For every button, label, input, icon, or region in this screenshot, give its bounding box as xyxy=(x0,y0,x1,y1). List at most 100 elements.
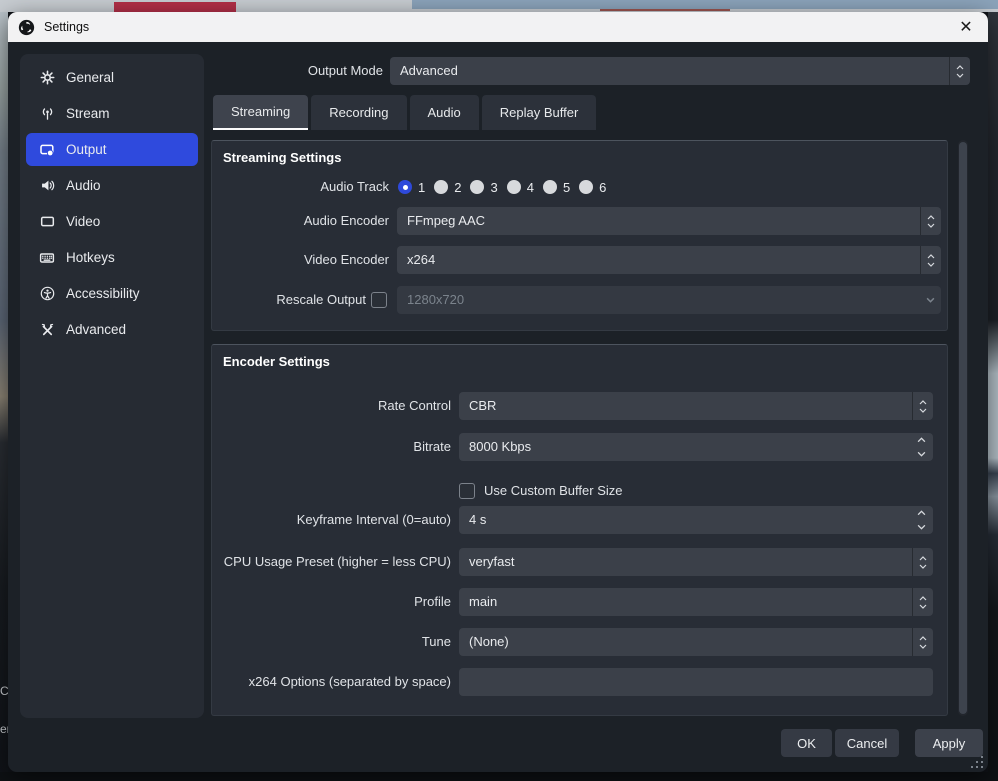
select-spinner[interactable] xyxy=(912,628,933,656)
dialog-title: Settings xyxy=(44,20,89,34)
select-spinner[interactable] xyxy=(949,57,970,85)
keyframe-interval-value: 4 s xyxy=(469,506,486,534)
output-mode-select[interactable]: Advanced xyxy=(390,57,970,85)
close-icon[interactable]: ✕ xyxy=(954,16,978,38)
resize-grip[interactable] xyxy=(970,756,983,769)
audio-encoder-select[interactable]: FFmpeg AAC xyxy=(397,207,941,235)
sidebar-item-label: Video xyxy=(66,214,100,229)
scrollbar-handle[interactable] xyxy=(959,142,967,714)
keyframe-interval-spinbox[interactable]: 4 s xyxy=(459,506,933,534)
radio[interactable] xyxy=(434,180,448,194)
profile-value: main xyxy=(469,588,497,616)
settings-dialog: Settings ✕ General Stream xyxy=(8,12,988,772)
bitrate-spinbox[interactable]: 8000 Kbps xyxy=(459,433,933,461)
output-icon xyxy=(39,142,55,158)
sidebar-item-label: Audio xyxy=(66,178,101,193)
audio-track-option-6[interactable]: 6 xyxy=(579,180,606,195)
sidebar-item-output[interactable]: Output xyxy=(26,133,198,166)
audio-track-option-5[interactable]: 5 xyxy=(543,180,570,195)
select-spinner[interactable] xyxy=(912,588,933,616)
radio[interactable] xyxy=(543,180,557,194)
speaker-icon xyxy=(39,178,55,194)
ok-button[interactable]: OK xyxy=(781,729,832,757)
desktop-bottom-strip xyxy=(0,772,998,781)
audio-track-option-1[interactable]: 1 xyxy=(398,180,425,195)
desktop-top-strip xyxy=(0,0,998,12)
sidebar-item-accessibility[interactable]: Accessibility xyxy=(26,277,198,310)
use-custom-buffer-checkbox[interactable] xyxy=(459,483,475,499)
tools-icon xyxy=(39,322,55,338)
monitor-icon xyxy=(39,214,55,230)
cancel-button[interactable]: Cancel xyxy=(835,729,899,757)
cpu-preset-select[interactable]: veryfast xyxy=(459,548,933,576)
cpu-preset-label: CPU Usage Preset (higher = less CPU) xyxy=(212,548,451,576)
background-text-fragment: er xyxy=(0,722,8,736)
audio-track-label: Audio Track xyxy=(212,173,389,201)
obs-logo-icon xyxy=(18,19,35,36)
rescale-output-checkbox[interactable] xyxy=(371,292,387,308)
radio[interactable] xyxy=(579,180,593,194)
spin-down-arrow[interactable] xyxy=(917,451,926,457)
radio-selected[interactable] xyxy=(398,180,412,194)
rate-control-label: Rate Control xyxy=(212,392,451,420)
profile-select[interactable]: main xyxy=(459,588,933,616)
profile-label: Profile xyxy=(212,588,451,616)
keyframe-interval-label: Keyframe Interval (0=auto) xyxy=(212,506,451,534)
rescale-resolution-select[interactable]: 1280x720 xyxy=(397,286,941,314)
output-mode-value: Advanced xyxy=(400,57,458,85)
tab-recording[interactable]: Recording xyxy=(311,95,406,130)
sidebar-item-audio[interactable]: Audio xyxy=(26,169,198,202)
background-window-red-bar xyxy=(114,2,236,12)
audio-encoder-value: FFmpeg AAC xyxy=(407,207,485,235)
sidebar-item-hotkeys[interactable]: Hotkeys xyxy=(26,241,198,274)
spin-up-arrow[interactable] xyxy=(917,510,926,516)
select-spinner[interactable] xyxy=(912,548,933,576)
tune-select[interactable]: (None) xyxy=(459,628,933,656)
audio-track-option-4[interactable]: 4 xyxy=(507,180,534,195)
select-spinner[interactable] xyxy=(920,207,941,235)
background-window-blue-bar xyxy=(412,0,998,9)
cpu-preset-value: veryfast xyxy=(469,548,515,576)
tab-audio[interactable]: Audio xyxy=(410,95,479,130)
sidebar-item-general[interactable]: General xyxy=(26,61,198,94)
sidebar-item-stream[interactable]: Stream xyxy=(26,97,198,130)
output-tabbar: Streaming Recording Audio Replay Buffer xyxy=(213,95,596,130)
radio[interactable] xyxy=(507,180,521,194)
sidebar-item-label: Output xyxy=(66,142,107,157)
desktop-right-sliver xyxy=(988,12,998,781)
select-dropdown-arrow[interactable] xyxy=(920,286,941,314)
audio-track-option-2[interactable]: 2 xyxy=(434,180,461,195)
audio-track-option-3[interactable]: 3 xyxy=(470,180,497,195)
sidebar-item-label: Stream xyxy=(66,106,110,121)
spin-up-arrow[interactable] xyxy=(917,437,926,443)
select-spinner[interactable] xyxy=(920,246,941,274)
dialog-titlebar[interactable]: Settings ✕ xyxy=(8,12,988,42)
broadcast-icon xyxy=(39,106,55,122)
video-encoder-select[interactable]: x264 xyxy=(397,246,941,274)
sidebar-item-label: Accessibility xyxy=(66,286,140,301)
content-scrollbar[interactable] xyxy=(958,140,968,716)
background-text-fragment: Ca xyxy=(0,684,8,698)
rate-control-select[interactable]: CBR xyxy=(459,392,933,420)
bitrate-label: Bitrate xyxy=(212,433,451,461)
tab-streaming[interactable]: Streaming xyxy=(213,95,308,130)
accessibility-icon xyxy=(39,286,55,302)
sidebar-item-advanced[interactable]: Advanced xyxy=(26,313,198,346)
spin-down-arrow[interactable] xyxy=(917,524,926,530)
encoder-settings-group: Encoder Settings Rate Control CBR Bitrat… xyxy=(211,344,948,716)
sidebar-item-video[interactable]: Video xyxy=(26,205,198,238)
gear-icon xyxy=(39,70,55,86)
tune-label: Tune xyxy=(212,628,451,656)
x264-options-label: x264 Options (separated by space) xyxy=(212,668,451,696)
radio[interactable] xyxy=(470,180,484,194)
bitrate-value: 8000 Kbps xyxy=(469,433,531,461)
apply-button[interactable]: Apply xyxy=(915,729,983,757)
select-spinner[interactable] xyxy=(912,392,933,420)
sidebar-item-label: Advanced xyxy=(66,322,126,337)
settings-sidebar: General Stream Output xyxy=(20,54,204,718)
streaming-settings-group: Streaming Settings Audio Track 1 2 3 4 5… xyxy=(211,140,948,331)
keyboard-icon xyxy=(39,250,55,266)
x264-options-input[interactable] xyxy=(459,668,933,696)
rescale-output-label: Rescale Output xyxy=(212,286,366,314)
tab-replay-buffer[interactable]: Replay Buffer xyxy=(482,95,597,130)
